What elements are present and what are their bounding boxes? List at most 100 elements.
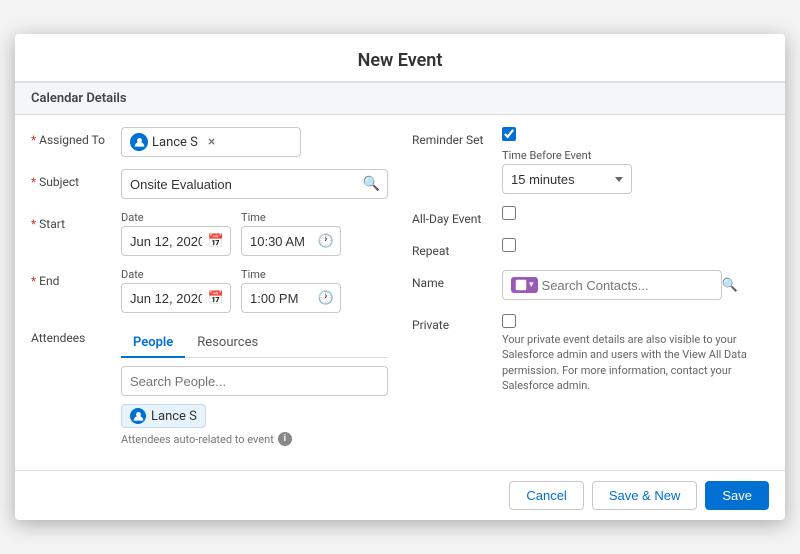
time-before-wrap: Time Before Event 15 minutes 30 minutes …: [502, 149, 769, 194]
start-date-label: Date: [121, 211, 231, 224]
attendee-avatar: [130, 408, 146, 424]
start-time-group: Time 🕐: [241, 211, 341, 256]
section-header: Calendar Details: [15, 82, 785, 115]
attendees-label: Attendees: [31, 325, 121, 345]
all-day-label: All-Day Event: [412, 206, 502, 226]
end-row: End Date 📅: [31, 268, 388, 313]
private-row: Private Your private event details are a…: [412, 312, 769, 394]
end-date-wrap: 📅: [121, 283, 231, 313]
repeat-checkbox[interactable]: [502, 238, 516, 252]
attendees-row: Attendees People Resources: [31, 325, 388, 446]
subject-input-wrap: 🔍: [121, 169, 388, 199]
reminder-set-content: Time Before Event 15 minutes 30 minutes …: [502, 127, 769, 194]
name-field-wrap: ▾ 🔍: [502, 270, 722, 300]
private-section: [502, 312, 769, 328]
end-time-icon: 🕐: [318, 291, 334, 306]
end-date-label: Date: [121, 268, 231, 281]
private-content: Your private event details are also visi…: [502, 312, 769, 394]
name-search-input[interactable]: [542, 278, 718, 293]
right-column: Reminder Set Time Before Event 15 minute…: [412, 127, 769, 458]
start-content: Date 📅 Time: [121, 211, 388, 256]
modal-header: New Event: [15, 34, 785, 82]
contact-icon: [515, 279, 527, 291]
subject-content: 🔍: [121, 169, 388, 199]
new-event-modal: New Event Calendar Details Assigned To: [15, 34, 785, 520]
all-day-row: All-Day Event: [412, 206, 769, 226]
left-column: Assigned To Lance S ×: [31, 127, 388, 458]
form-area: Assigned To Lance S ×: [15, 115, 785, 470]
assigned-to-row: Assigned To Lance S ×: [31, 127, 388, 157]
end-content: Date 📅 Time: [121, 268, 388, 313]
end-label: End: [31, 268, 121, 288]
modal-body: Calendar Details Assigned To: [15, 82, 785, 470]
repeat-label: Repeat: [412, 238, 502, 258]
time-before-select[interactable]: 15 minutes 30 minutes 1 hour 2 hours: [502, 164, 632, 194]
reminder-set-label: Reminder Set: [412, 127, 502, 147]
search-people-wrap: [121, 366, 388, 396]
repeat-content: [502, 238, 769, 252]
subject-label: Subject: [31, 169, 121, 189]
start-date-time: Date 📅 Time: [121, 211, 388, 256]
name-row: Name ▾: [412, 270, 769, 300]
name-label: Name: [412, 270, 502, 290]
start-time-label: Time: [241, 211, 341, 224]
start-calendar-icon: 📅: [208, 234, 224, 249]
attendees-content: People Resources: [121, 325, 388, 446]
private-label: Private: [412, 312, 502, 332]
reminder-set-checkbox[interactable]: [502, 127, 516, 141]
assigned-to-avatar: [130, 133, 148, 151]
save-new-button[interactable]: Save & New: [592, 481, 698, 510]
start-row: Start Date 📅: [31, 211, 388, 256]
modal-overlay: New Event Calendar Details Assigned To: [0, 0, 800, 554]
name-search-icon: 🔍: [722, 278, 738, 293]
private-description: Your private event details are also visi…: [502, 332, 762, 394]
end-time-wrap: 🕐: [241, 283, 341, 313]
repeat-row: Repeat: [412, 238, 769, 258]
reminder-set-row: Reminder Set Time Before Event 15 minute…: [412, 127, 769, 194]
tab-resources[interactable]: Resources: [185, 329, 270, 358]
tab-people[interactable]: People: [121, 329, 185, 358]
subject-input[interactable]: [121, 169, 388, 199]
modal-footer: Cancel Save & New Save: [15, 470, 785, 520]
all-day-content: [502, 206, 769, 220]
auto-related-note: Attendees auto-related to event i: [121, 432, 388, 446]
cancel-button[interactable]: Cancel: [509, 481, 583, 510]
save-button[interactable]: Save: [705, 481, 769, 510]
name-type-chevron-icon: ▾: [529, 280, 534, 290]
info-icon[interactable]: i: [278, 432, 292, 446]
assigned-to-input[interactable]: Lance S ×: [121, 127, 301, 157]
subject-search-icon: 🔍: [363, 176, 380, 192]
attendee-user-icon: [133, 411, 144, 422]
subject-row: Subject 🔍: [31, 169, 388, 199]
assigned-to-value: Lance S: [152, 135, 198, 150]
end-date-time: Date 📅 Time: [121, 268, 388, 313]
start-date-group: Date 📅: [121, 211, 231, 256]
end-time-group: Time 🕐: [241, 268, 341, 313]
reminder-row: [502, 127, 769, 141]
attendees-section: People Resources: [121, 329, 388, 446]
assigned-to-remove[interactable]: ×: [208, 134, 215, 150]
time-before-group: Time Before Event 15 minutes 30 minutes …: [502, 149, 769, 194]
start-time-wrap: 🕐: [241, 226, 341, 256]
assigned-to-token: Lance S ×: [130, 133, 215, 151]
end-date-group: Date 📅: [121, 268, 231, 313]
attendees-tabs: People Resources: [121, 329, 388, 358]
all-day-checkbox[interactable]: [502, 206, 516, 220]
attendee-name: Lance S: [151, 409, 197, 424]
assigned-to-content: Lance S ×: [121, 127, 388, 157]
search-people-input[interactable]: [121, 366, 388, 396]
assigned-to-label: Assigned To: [31, 127, 121, 147]
start-time-icon: 🕐: [318, 234, 334, 249]
name-type-badge[interactable]: ▾: [511, 277, 538, 293]
private-checkbox[interactable]: [502, 314, 516, 328]
allday-row: [502, 206, 769, 220]
name-content: ▾ 🔍: [502, 270, 769, 300]
user-icon: [134, 137, 145, 148]
time-before-label: Time Before Event: [502, 149, 769, 162]
end-time-label: Time: [241, 268, 341, 281]
modal-title: New Event: [35, 50, 765, 71]
end-calendar-icon: 📅: [208, 291, 224, 306]
start-label: Start: [31, 211, 121, 231]
repeat-checkbox-row: [502, 238, 769, 252]
attendee-token: Lance S: [121, 404, 206, 428]
